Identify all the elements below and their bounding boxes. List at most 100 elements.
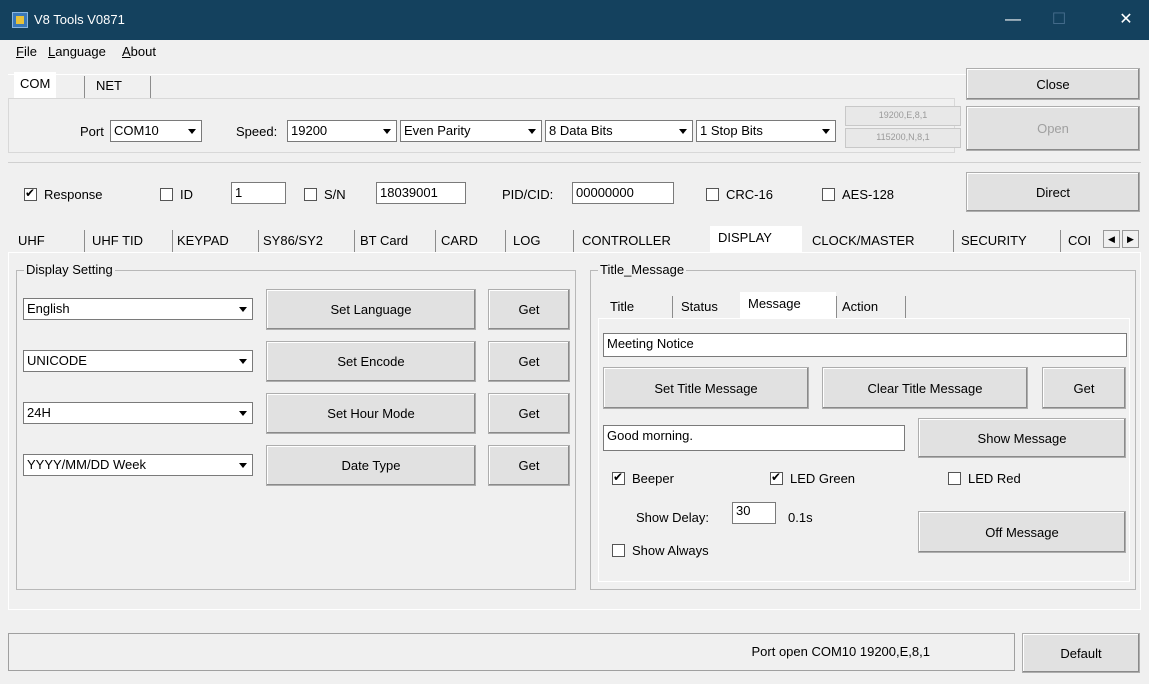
open-button[interactable]: Open bbox=[966, 106, 1140, 151]
chevron-down-icon bbox=[524, 122, 540, 140]
tab-keypad[interactable]: KEYPAD bbox=[177, 233, 229, 248]
default-button[interactable]: Default bbox=[1022, 633, 1140, 673]
parity-select[interactable]: Even Parity bbox=[400, 120, 542, 142]
tab-card[interactable]: CARD bbox=[441, 233, 478, 248]
tab-separator bbox=[172, 230, 173, 252]
show-message-button[interactable]: Show Message bbox=[918, 418, 1126, 458]
crc16-checkbox[interactable] bbox=[706, 188, 719, 201]
message-input[interactable]: Good morning. bbox=[603, 425, 905, 451]
encode-select[interactable]: UNICODE bbox=[23, 350, 253, 372]
tab-separator bbox=[672, 296, 673, 318]
led-red-checkbox[interactable] bbox=[948, 472, 961, 485]
set-language-button[interactable]: Set Language bbox=[266, 289, 476, 330]
show-always-checkbox[interactable] bbox=[612, 544, 625, 557]
tab-separator bbox=[953, 230, 954, 252]
tab-separator bbox=[836, 296, 837, 318]
speed-value: 19200 bbox=[291, 123, 328, 138]
port-select[interactable]: COM10 bbox=[110, 120, 202, 142]
date-type-button[interactable]: Date Type bbox=[266, 445, 476, 486]
port-value: COM10 bbox=[114, 123, 159, 138]
pid-input[interactable]: 00000000 bbox=[572, 182, 674, 204]
response-checkbox[interactable] bbox=[24, 186, 37, 201]
window-title: V8 Tools V0871 bbox=[34, 12, 125, 27]
speed-label: Speed: bbox=[236, 124, 278, 139]
menu-about[interactable]: About bbox=[122, 44, 156, 59]
menu-language[interactable]: Language bbox=[48, 44, 106, 59]
tab-separator bbox=[573, 230, 574, 252]
tab-security[interactable]: SECURITY bbox=[961, 233, 1027, 248]
beeper-label: Beeper bbox=[632, 471, 674, 486]
encode-value: UNICODE bbox=[27, 353, 87, 368]
menu-file[interactable]: File bbox=[16, 44, 37, 59]
tab-action[interactable]: Action bbox=[842, 299, 878, 314]
tab-sy86-sy2[interactable]: SY86/SY2 bbox=[263, 233, 323, 248]
date-type-select[interactable]: YYYY/MM/DD Week bbox=[23, 454, 253, 476]
tab-uhf[interactable]: UHF bbox=[18, 233, 45, 248]
port-label: Port bbox=[80, 124, 104, 139]
preset-19200-button[interactable]: 19200,E,8,1 bbox=[845, 106, 961, 126]
chevron-down-icon bbox=[184, 122, 200, 140]
aes128-checkbox[interactable] bbox=[822, 188, 835, 201]
minimize-button[interactable]: — bbox=[990, 0, 1036, 40]
tab-scroll-right-button[interactable]: ▶ bbox=[1122, 230, 1139, 248]
menu-bar: File Language About bbox=[0, 40, 1149, 62]
tab-separator bbox=[354, 230, 355, 252]
tab-coi[interactable]: COI bbox=[1068, 233, 1102, 248]
preset-115200-button[interactable]: 115200,N,8,1 bbox=[845, 128, 961, 148]
chevron-down-icon bbox=[235, 456, 251, 474]
tab-separator bbox=[258, 230, 259, 252]
tab-scroll-left-button[interactable]: ◀ bbox=[1103, 230, 1120, 248]
arrow-left-icon: ◀ bbox=[1108, 234, 1115, 244]
status-bar: Port open COM10 19200,E,8,1 bbox=[8, 633, 1015, 671]
led-green-checkbox[interactable] bbox=[770, 470, 783, 485]
get-language-button[interactable]: Get bbox=[488, 289, 570, 330]
language-value: English bbox=[27, 301, 70, 316]
get-title-message-button[interactable]: Get bbox=[1042, 367, 1126, 409]
tab-bt-card[interactable]: BT Card bbox=[360, 233, 408, 248]
title-input[interactable]: Meeting Notice bbox=[603, 333, 1127, 357]
tab-status[interactable]: Status bbox=[681, 299, 718, 314]
chevron-down-icon bbox=[818, 122, 834, 140]
tab-title[interactable]: Title bbox=[610, 299, 634, 314]
stopbits-select[interactable]: 1 Stop Bits bbox=[696, 120, 836, 142]
set-title-message-button[interactable]: Set Title Message bbox=[603, 367, 809, 409]
tab-message[interactable]: Message bbox=[748, 296, 801, 311]
tab-controller[interactable]: CONTROLLER bbox=[582, 233, 671, 248]
direct-button[interactable]: Direct bbox=[966, 172, 1140, 212]
get-date-type-button[interactable]: Get bbox=[488, 445, 570, 486]
conn-tab-line bbox=[8, 74, 1008, 75]
clear-title-message-button[interactable]: Clear Title Message bbox=[822, 367, 1028, 409]
tab-separator bbox=[505, 230, 506, 252]
tab-log[interactable]: LOG bbox=[513, 233, 540, 248]
id-checkbox[interactable] bbox=[160, 188, 173, 201]
beeper-checkbox[interactable] bbox=[612, 470, 625, 485]
tab-com[interactable]: COM bbox=[14, 72, 57, 98]
tab-clock-master[interactable]: CLOCK/MASTER bbox=[812, 233, 915, 248]
close-button[interactable]: Close bbox=[966, 68, 1140, 100]
tab-separator bbox=[435, 230, 436, 252]
databits-value: 8 Data Bits bbox=[549, 123, 613, 138]
language-select[interactable]: English bbox=[23, 298, 253, 320]
off-message-button[interactable]: Off Message bbox=[918, 511, 1126, 553]
speed-select[interactable]: 19200 bbox=[287, 120, 397, 142]
maximize-button[interactable]: ☐ bbox=[1036, 0, 1082, 40]
set-encode-button[interactable]: Set Encode bbox=[266, 341, 476, 382]
set-hour-mode-button[interactable]: Set Hour Mode bbox=[266, 393, 476, 434]
show-delay-input[interactable]: 30 bbox=[732, 502, 776, 524]
title-message-title: Title_Message bbox=[598, 262, 687, 277]
sn-checkbox[interactable] bbox=[304, 188, 317, 201]
close-window-button[interactable]: ✕ bbox=[1103, 0, 1149, 40]
databits-select[interactable]: 8 Data Bits bbox=[545, 120, 693, 142]
tab-net[interactable]: NET bbox=[90, 74, 128, 100]
tab-uhf-tid[interactable]: UHF TID bbox=[92, 233, 143, 248]
tab-display[interactable]: DISPLAY bbox=[718, 230, 772, 245]
sn-input[interactable]: 18039001 bbox=[376, 182, 466, 204]
get-encode-button[interactable]: Get bbox=[488, 341, 570, 382]
chevron-down-icon bbox=[379, 122, 395, 140]
divider bbox=[8, 162, 1141, 163]
show-delay-unit: 0.1s bbox=[788, 510, 813, 525]
get-hour-mode-button[interactable]: Get bbox=[488, 393, 570, 434]
sn-label: S/N bbox=[324, 187, 346, 202]
id-input[interactable]: 1 bbox=[231, 182, 286, 204]
hour-mode-select[interactable]: 24H bbox=[23, 402, 253, 424]
